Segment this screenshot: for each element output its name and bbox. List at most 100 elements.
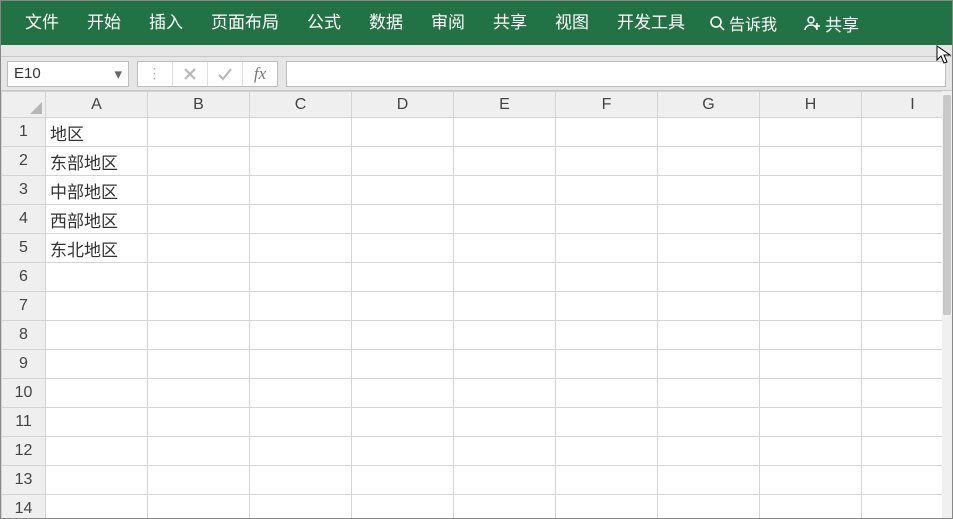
cell[interactable]: [862, 147, 953, 176]
cell[interactable]: [352, 176, 454, 205]
cell[interactable]: [862, 379, 953, 408]
cell[interactable]: [46, 321, 148, 350]
ribbon-tab[interactable]: 开发工具: [603, 1, 699, 45]
cell[interactable]: [556, 321, 658, 350]
ribbon-tab[interactable]: 审阅: [417, 1, 479, 45]
cell[interactable]: [760, 466, 862, 495]
cell[interactable]: [148, 466, 250, 495]
cell[interactable]: [760, 176, 862, 205]
ribbon-tab[interactable]: 插入: [135, 1, 197, 45]
cell[interactable]: [556, 234, 658, 263]
cell[interactable]: [862, 437, 953, 466]
cell[interactable]: [352, 466, 454, 495]
cell[interactable]: [352, 408, 454, 437]
select-all-corner[interactable]: [2, 92, 46, 118]
cell[interactable]: 东北地区: [46, 234, 148, 263]
cell[interactable]: 东部地区: [46, 147, 148, 176]
cell[interactable]: [454, 205, 556, 234]
cell[interactable]: [352, 350, 454, 379]
cell[interactable]: [454, 350, 556, 379]
cell[interactable]: [250, 408, 352, 437]
cell[interactable]: [148, 147, 250, 176]
cell[interactable]: [46, 437, 148, 466]
cell[interactable]: [862, 176, 953, 205]
cell[interactable]: [148, 263, 250, 292]
cell[interactable]: [250, 118, 352, 147]
cell[interactable]: [148, 350, 250, 379]
cell[interactable]: [862, 234, 953, 263]
cell[interactable]: [454, 437, 556, 466]
cell[interactable]: [250, 379, 352, 408]
cell[interactable]: [352, 379, 454, 408]
cell[interactable]: [658, 495, 760, 519]
cell[interactable]: [658, 437, 760, 466]
cell[interactable]: [250, 321, 352, 350]
ribbon-tab[interactable]: 公式: [293, 1, 355, 45]
cell[interactable]: [46, 495, 148, 519]
ribbon-tab[interactable]: 页面布局: [197, 1, 293, 45]
cell[interactable]: [454, 292, 556, 321]
cell[interactable]: [352, 437, 454, 466]
cell[interactable]: [352, 147, 454, 176]
cell[interactable]: [556, 118, 658, 147]
cell[interactable]: [556, 176, 658, 205]
cell[interactable]: 中部地区: [46, 176, 148, 205]
ribbon-tab[interactable]: 视图: [541, 1, 603, 45]
cell[interactable]: [862, 205, 953, 234]
row-header[interactable]: 6: [2, 263, 46, 292]
cell[interactable]: [760, 263, 862, 292]
cell[interactable]: [556, 205, 658, 234]
cell[interactable]: [46, 350, 148, 379]
column-header[interactable]: G: [658, 92, 760, 118]
cell[interactable]: [454, 234, 556, 263]
insert-function-button[interactable]: fx: [243, 62, 277, 86]
cell[interactable]: [658, 466, 760, 495]
cell[interactable]: [250, 292, 352, 321]
row-header[interactable]: 11: [2, 408, 46, 437]
cell[interactable]: [556, 263, 658, 292]
row-header[interactable]: 3: [2, 176, 46, 205]
cell[interactable]: [556, 292, 658, 321]
chevron-down-icon[interactable]: ▾: [114, 65, 122, 83]
row-header[interactable]: 8: [2, 321, 46, 350]
cell[interactable]: [556, 466, 658, 495]
cell[interactable]: [148, 205, 250, 234]
cell[interactable]: [250, 263, 352, 292]
cell[interactable]: [46, 292, 148, 321]
cell[interactable]: [352, 234, 454, 263]
cell[interactable]: [454, 147, 556, 176]
scrollbar-thumb[interactable]: [943, 95, 951, 315]
row-header[interactable]: 2: [2, 147, 46, 176]
cell[interactable]: [862, 263, 953, 292]
cell[interactable]: [148, 379, 250, 408]
cell[interactable]: [760, 495, 862, 519]
column-header[interactable]: A: [46, 92, 148, 118]
cell[interactable]: 地区: [46, 118, 148, 147]
cell[interactable]: [658, 263, 760, 292]
cell[interactable]: [148, 437, 250, 466]
row-header[interactable]: 9: [2, 350, 46, 379]
cell[interactable]: [658, 147, 760, 176]
cell[interactable]: [352, 495, 454, 519]
cell[interactable]: [454, 321, 556, 350]
cell[interactable]: [352, 292, 454, 321]
share-button[interactable]: 共享: [793, 11, 865, 36]
row-header[interactable]: 13: [2, 466, 46, 495]
cell[interactable]: [862, 466, 953, 495]
cell[interactable]: [658, 176, 760, 205]
more-options-button[interactable]: ⋮: [138, 62, 172, 86]
cell[interactable]: [454, 379, 556, 408]
cell[interactable]: [250, 437, 352, 466]
cell[interactable]: [250, 350, 352, 379]
cell[interactable]: [556, 437, 658, 466]
cell[interactable]: [556, 379, 658, 408]
cell[interactable]: [658, 321, 760, 350]
cell[interactable]: [760, 379, 862, 408]
cell[interactable]: [658, 205, 760, 234]
cell[interactable]: [148, 292, 250, 321]
cell[interactable]: [46, 379, 148, 408]
formula-input[interactable]: [286, 61, 946, 87]
cell[interactable]: [352, 263, 454, 292]
cell[interactable]: [760, 350, 862, 379]
cell[interactable]: [658, 379, 760, 408]
